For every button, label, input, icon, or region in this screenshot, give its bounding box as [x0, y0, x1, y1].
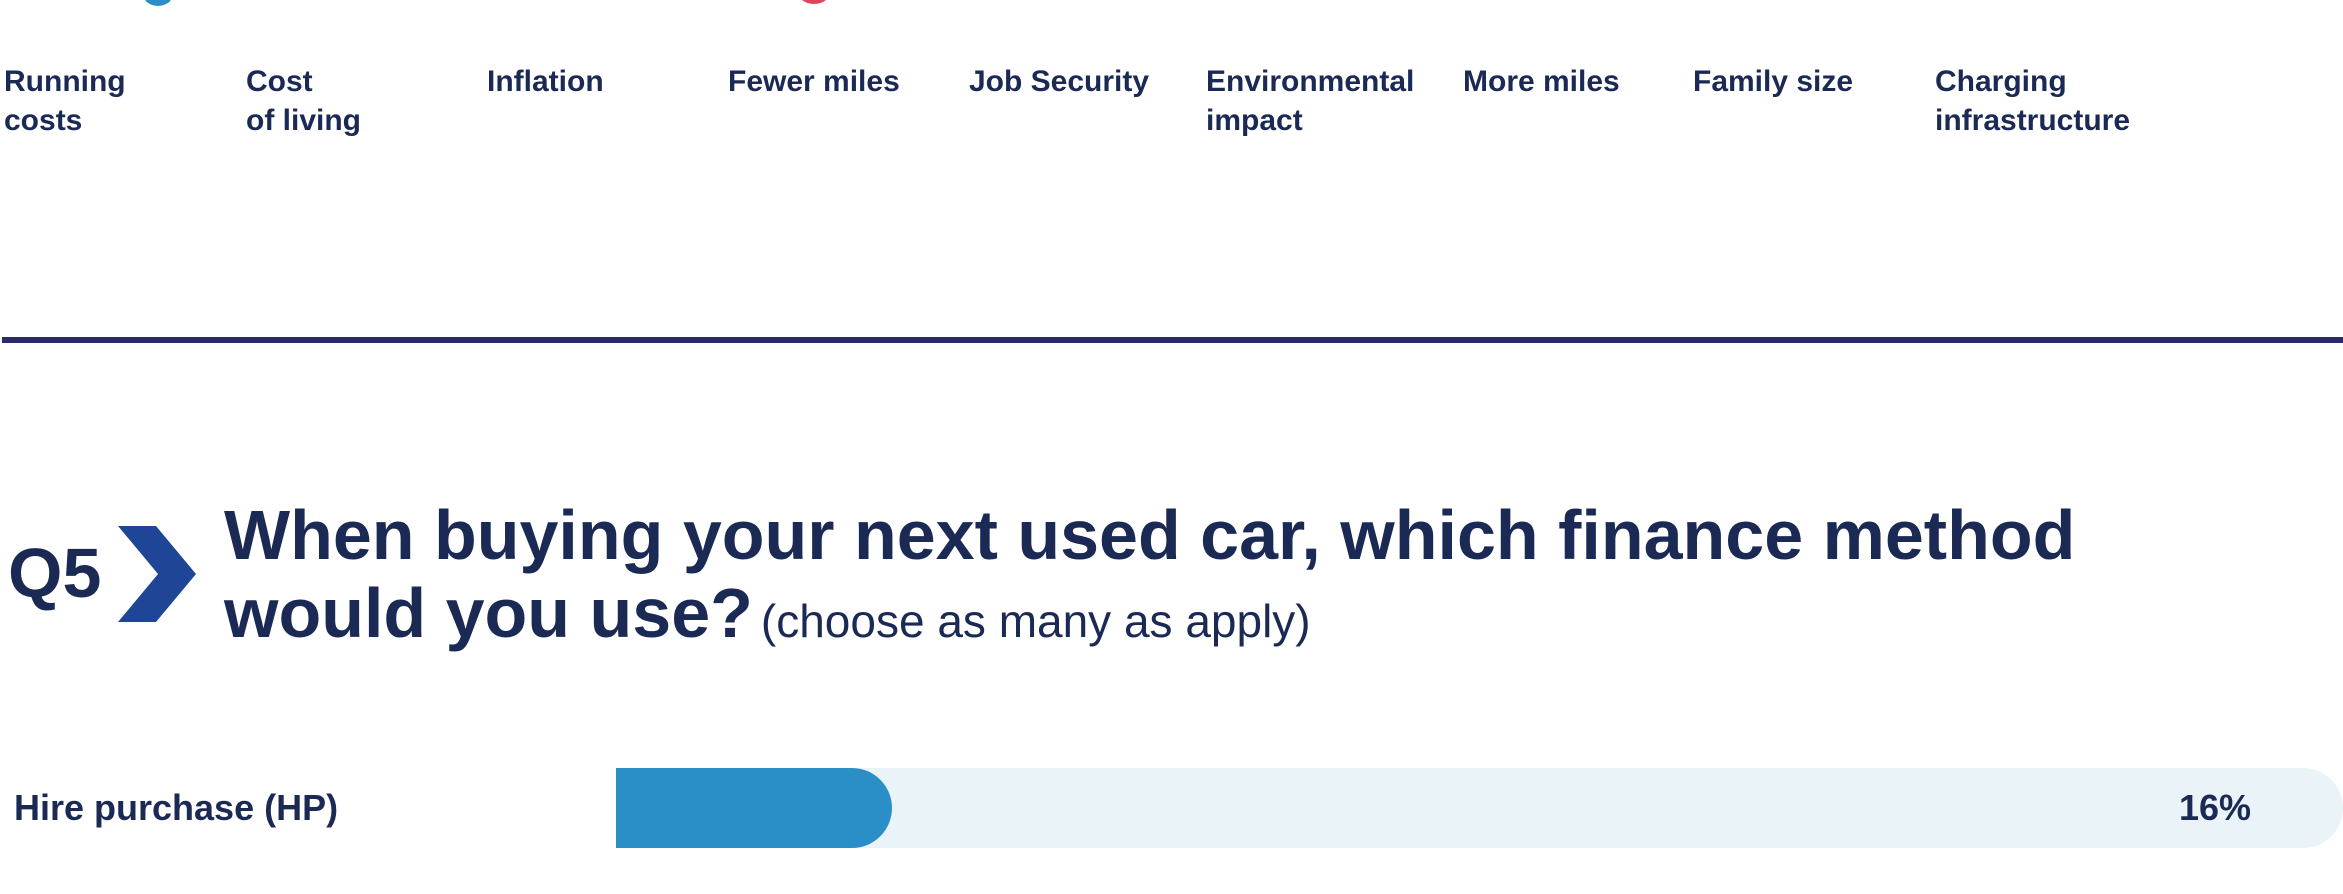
question-line-2-text: would you use? [224, 574, 753, 652]
question-text: When buying your next used car, which fi… [224, 496, 2075, 660]
chevron-right-icon [118, 526, 196, 622]
bar-value-label: 16% [2178, 787, 2251, 828]
question-line-1: When buying your next used car, which fi… [224, 496, 2076, 574]
factor-label-line: of living [246, 104, 361, 137]
factor-label-line: costs [4, 104, 83, 137]
factor-label-line: impact [1206, 104, 1303, 137]
factor-label-line: More miles [1463, 65, 1620, 98]
bar-fill [616, 768, 892, 848]
decorative-arc-icon [798, 0, 830, 4]
factor-label-line: Job Security [969, 65, 1150, 98]
question-line-2: would you use? (choose as many as apply) [224, 574, 2075, 660]
factor-label: Job Security [969, 62, 1149, 101]
factor-label: Fewer miles [728, 62, 900, 101]
factor-label: Environmental impact [1206, 62, 1414, 140]
factor-label-line: Cost [246, 65, 313, 98]
factor-label-line: Charging [1935, 65, 2067, 98]
section-divider [2, 337, 2343, 343]
factor-label: Cost of living [246, 62, 361, 140]
question-heading: Q5 When buying your next used car, which… [0, 496, 2343, 656]
factor-label-line: Environmental [1206, 65, 1415, 98]
cropped-header-graphic [0, 0, 900, 6]
factor-label-line: Family size [1693, 65, 1854, 98]
question-note: (choose as many as apply) [760, 595, 1311, 647]
factor-label: Running costs [4, 62, 126, 140]
factor-label: Family size [1693, 62, 1853, 101]
factor-label-line: Fewer miles [728, 65, 900, 98]
bar-category-label: Hire purchase (HP) [14, 787, 339, 828]
factor-label-line: Running [4, 65, 126, 98]
factor-label: Inflation [487, 62, 604, 101]
decorative-arc-icon [140, 0, 176, 6]
question-number: Q5 [8, 534, 102, 612]
factor-label: Charging infrastructure [1935, 62, 2130, 140]
factor-labels-row: Running costs Cost of living Inflation F… [0, 62, 2343, 152]
bar-track: 16% [616, 768, 2343, 848]
factor-label-line: Inflation [487, 65, 604, 98]
factor-label-line: infrastructure [1935, 104, 2131, 137]
finance-method-bar-chart: Hire purchase (HP) 16% [0, 768, 2343, 850]
factor-label: More miles [1463, 62, 1620, 101]
